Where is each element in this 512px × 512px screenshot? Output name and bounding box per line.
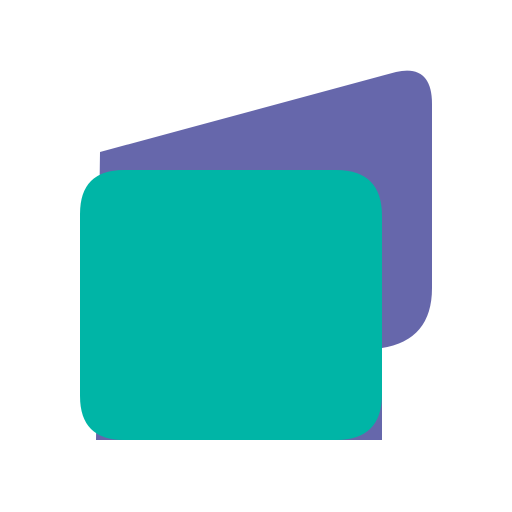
stacked-folder-logo-icon (80, 70, 432, 441)
app-icon-canvas (0, 0, 512, 512)
front-panel-shape (80, 170, 382, 440)
